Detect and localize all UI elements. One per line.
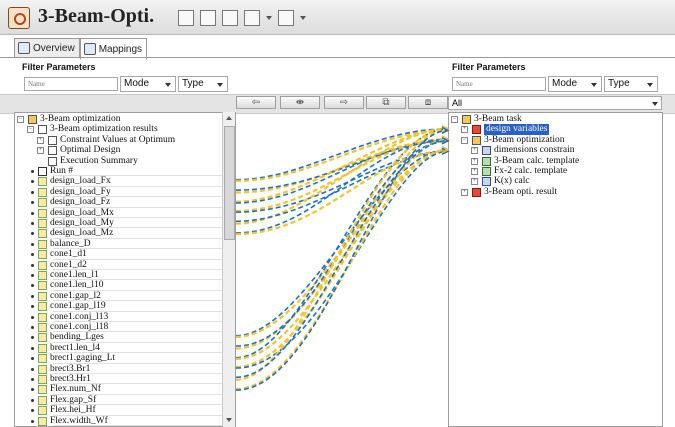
mapping-link[interactable] [235, 150, 449, 338]
mapping-link[interactable] [235, 150, 449, 223]
mapping-link[interactable] [235, 140, 449, 191]
mapping-link[interactable] [235, 148, 449, 390]
mapping-link[interactable] [235, 150, 449, 236]
mapping-link[interactable] [235, 128, 449, 181]
mapping-link[interactable] [235, 127, 449, 203]
mapping-links-layer [235, 125, 450, 391]
